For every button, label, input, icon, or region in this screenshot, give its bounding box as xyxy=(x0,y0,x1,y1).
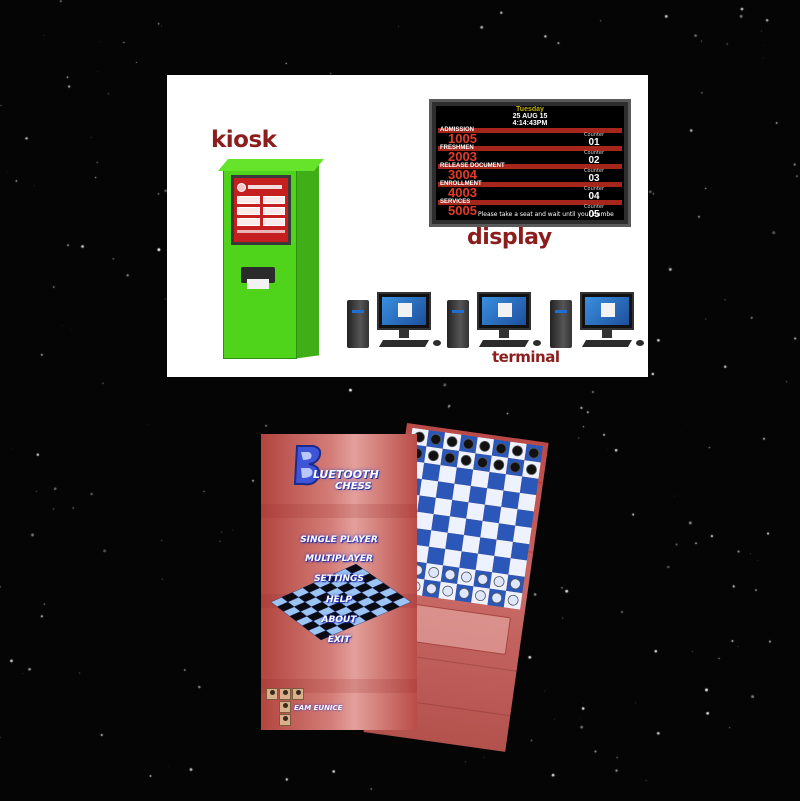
chess-square xyxy=(414,511,434,531)
menu-exit[interactable]: EXIT xyxy=(261,635,417,646)
kiosk-touch-screen xyxy=(231,175,291,245)
kiosk-label: kiosk xyxy=(211,127,277,153)
chess-square xyxy=(417,495,436,515)
avatar xyxy=(292,688,304,700)
avatar xyxy=(279,701,291,713)
chess-square xyxy=(496,523,516,542)
queue-row: ENROLLMENT 4003 Counter 04 xyxy=(438,181,622,202)
chess-square xyxy=(426,546,446,566)
chess-square xyxy=(452,483,471,503)
chess-square xyxy=(445,532,464,552)
terminal-computer-icon xyxy=(347,290,447,350)
menu-about[interactable]: ABOUT xyxy=(261,615,417,626)
chess-square xyxy=(487,471,506,491)
kiosk-service-button xyxy=(237,218,260,226)
chess-square xyxy=(484,488,504,507)
chess-square xyxy=(498,506,518,526)
menu-single-player[interactable]: SINGLE PLAYER xyxy=(261,535,417,546)
avatar xyxy=(279,688,291,700)
chess-square xyxy=(421,462,441,482)
chess-square xyxy=(510,541,530,561)
chess-square xyxy=(470,469,490,489)
chess-square xyxy=(459,551,479,570)
queue-display-board: Tuesday 25 AUG 15 4:14:43PM ADMISSION 10… xyxy=(429,99,631,227)
chess-square xyxy=(431,514,450,533)
kiosk-service-button xyxy=(237,196,260,204)
chess-square xyxy=(419,479,439,498)
chess-square xyxy=(461,535,481,554)
terminal-computer-icon xyxy=(550,290,648,350)
seal-icon xyxy=(237,182,246,192)
team-credit: EAM EUNICE xyxy=(264,688,344,726)
chess-square xyxy=(503,474,523,493)
kiosk-service-button xyxy=(262,207,285,215)
kiosk-service-button xyxy=(262,218,285,226)
queue-row: ADMISSION 1005 Counter 01 xyxy=(438,127,622,148)
team-name: EAM EUNICE xyxy=(294,704,343,712)
display-day: Tuesday xyxy=(516,106,544,113)
menu-multiplayer[interactable]: MULTIPLAYER xyxy=(261,554,417,565)
avatar xyxy=(266,688,278,700)
chess-square xyxy=(501,490,520,510)
menu-help[interactable]: HELP xyxy=(261,595,417,606)
chess-square xyxy=(454,467,474,486)
chess-square xyxy=(478,537,497,556)
chess-square xyxy=(517,492,537,512)
chess-square xyxy=(463,518,483,538)
chess-square xyxy=(508,558,528,577)
chess-square xyxy=(512,525,532,545)
chess-square xyxy=(482,504,502,524)
display-ticker: Please take a seat and wait until your n… xyxy=(478,211,614,218)
queue-row: FRESHMEN 2003 Counter 02 xyxy=(438,145,622,166)
chess-square xyxy=(433,497,453,517)
display-date: 25 AUG 15 xyxy=(512,113,548,120)
chess-square xyxy=(449,500,469,519)
chess-square xyxy=(447,516,467,536)
terminal-label: terminal xyxy=(492,348,560,366)
chess-square xyxy=(438,465,457,484)
chess-square xyxy=(443,549,462,568)
chess-square xyxy=(494,539,513,559)
chess-main-menu-screen: LUETOOTH CHESS SINGLE PLAYER MULTIPLAYER… xyxy=(261,434,417,730)
chess-square xyxy=(492,555,511,575)
app-title: LUETOOTH xyxy=(313,468,379,481)
menu-settings[interactable]: SETTINGS xyxy=(261,574,417,585)
queue-row: RELEASE DOCUMENT 3004 Counter 03 xyxy=(438,163,622,184)
app-subtitle: CHESS xyxy=(335,481,372,492)
display-time: 4:14:43PM xyxy=(512,120,548,127)
kiosk-service-button xyxy=(262,196,285,204)
display-label: display xyxy=(467,225,552,250)
chess-square xyxy=(435,481,455,501)
terminal-computer-icon xyxy=(447,290,547,350)
chess-square xyxy=(480,520,499,540)
ticket-paper-icon xyxy=(247,279,269,289)
chess-square xyxy=(515,509,534,528)
kiosk-service-button xyxy=(237,207,260,215)
chess-square xyxy=(468,485,488,505)
queue-system-panel: kiosk Tuesday 25 AUG 15 4:14:43PM ADMISS… xyxy=(167,75,648,377)
avatar xyxy=(279,714,291,726)
kiosk-machine-image xyxy=(211,157,329,363)
chess-square xyxy=(475,553,495,573)
chess-square xyxy=(519,476,539,496)
chess-square xyxy=(466,502,485,521)
chess-square xyxy=(428,530,448,550)
